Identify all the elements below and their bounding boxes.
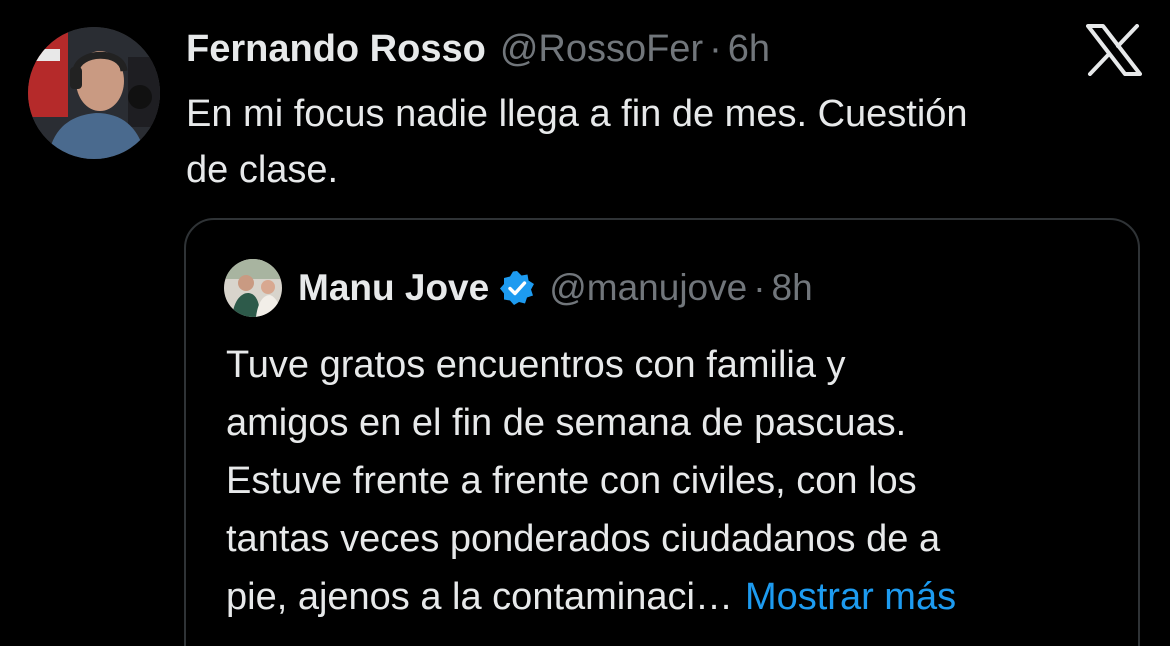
tweet-header: Fernando Rosso @RossoFer · 6h — [186, 26, 770, 72]
quoted-text-line-last: pie, ajenos a la contaminaci… Mostrar más — [226, 568, 1106, 626]
quoted-author-name[interactable]: Manu Jove — [298, 267, 489, 309]
quoted-text-line: amigos en el fin de semana de pascuas. — [226, 402, 907, 444]
quoted-author-handle[interactable]: @manujove — [549, 267, 747, 308]
quoted-text-line: tantas veces ponderados ciudadanos de a — [226, 518, 941, 560]
quoted-text-truncated: pie, ajenos a la contaminaci… — [226, 576, 733, 618]
tweet-time[interactable]: 6h — [728, 28, 770, 70]
tweet-text-line: de clase. — [186, 149, 339, 191]
quoted-meta-separator: · — [753, 267, 766, 308]
quoted-author-meta: @manujove · 8h — [549, 267, 812, 309]
quoted-author-avatar[interactable] — [224, 259, 282, 317]
avatar-photo — [28, 27, 160, 159]
x-logo-icon — [1086, 24, 1142, 76]
quoted-avatar-photo — [224, 259, 282, 317]
author-meta: @RossoFer · 6h — [500, 28, 770, 71]
tweet-text-line: En mi focus nadie llega a fin de mes. Cu… — [186, 93, 968, 135]
tweet-text: En mi focus nadie llega a fin de mes. Cu… — [186, 86, 1126, 198]
author-avatar[interactable] — [28, 27, 160, 159]
verified-badge-icon — [499, 270, 535, 306]
meta-separator: · — [709, 27, 722, 70]
quoted-text-line: Estuve frente a frente con civiles, con … — [226, 460, 917, 502]
author-handle[interactable]: @RossoFer — [500, 28, 703, 70]
quoted-text-line: Tuve gratos encuentros con familia y — [226, 344, 846, 386]
quoted-tweet-text: Tuve gratos encuentros con familia y ami… — [226, 336, 1106, 626]
quoted-tweet[interactable]: Manu Jove @manujove · 8h Tuve gratos encue… — [184, 218, 1140, 646]
author-name[interactable]: Fernando Rosso — [186, 28, 486, 71]
show-more-link[interactable]: Mostrar más — [745, 576, 956, 618]
quoted-header: Manu Jove @manujove · 8h — [298, 264, 813, 312]
quoted-tweet-time[interactable]: 8h — [772, 267, 813, 308]
tweet: Fernando Rosso @RossoFer · 6h En mi focus … — [0, 0, 1170, 646]
